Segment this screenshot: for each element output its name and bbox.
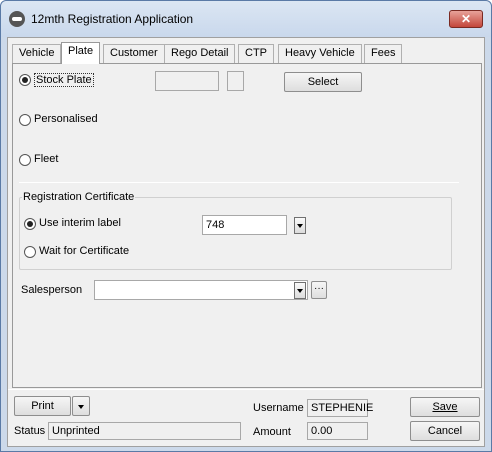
save-button-label: Save <box>432 401 458 413</box>
username-field: STEPHENIE <box>307 399 373 417</box>
fleet-radio[interactable] <box>19 154 31 166</box>
tab-ctp[interactable]: CTP <box>238 44 274 63</box>
plate-divider <box>19 182 459 183</box>
registration-window: 12mth Registration Application ✕ Vehicle… <box>0 0 492 452</box>
tab-heavy-vehicle[interactable]: Heavy Vehicle <box>278 44 362 63</box>
stock-plate-label[interactable]: Stock Plate <box>34 73 94 87</box>
app-icon <box>9 11 25 27</box>
print-dropdown-button[interactable] <box>72 396 90 416</box>
tab-plate[interactable]: Plate <box>61 42 101 64</box>
chevron-down-icon <box>78 405 84 409</box>
status-label: Status <box>14 425 46 437</box>
window-title: 12mth Registration Application <box>31 12 194 26</box>
plate-panel: Stock Plate Select Personalised Fleet Re… <box>12 63 482 388</box>
username-label: Username <box>253 402 304 414</box>
plate-number-field[interactable] <box>155 71 219 91</box>
tab-rego-detail[interactable]: Rego Detail <box>164 44 236 63</box>
client-area: Vehicle Plate Customer Rego Detail CTP H… <box>7 37 485 447</box>
close-button[interactable]: ✕ <box>449 10 483 28</box>
print-button[interactable]: Print <box>14 396 71 416</box>
wait-certificate-radio[interactable] <box>24 246 36 258</box>
title-bar[interactable]: 12mth Registration Application ✕ <box>1 1 491 37</box>
use-interim-label[interactable]: Use interim label <box>39 217 121 229</box>
fleet-label[interactable]: Fleet <box>34 153 58 165</box>
wait-certificate-label[interactable]: Wait for Certificate <box>39 245 129 257</box>
tab-customer[interactable]: Customer <box>103 44 165 63</box>
tab-vehicle[interactable]: Vehicle <box>12 44 62 63</box>
amount-label: Amount <box>253 426 291 438</box>
save-button[interactable]: Save <box>410 397 480 417</box>
salesperson-browse-button[interactable]: ··· <box>311 281 327 299</box>
plate-suffix-field[interactable] <box>227 71 244 91</box>
tab-fees[interactable]: Fees <box>364 44 403 63</box>
registration-certificate-heading: Registration Certificate <box>22 191 136 203</box>
salesperson-select[interactable] <box>94 280 308 300</box>
use-interim-radio[interactable] <box>24 218 36 230</box>
personalised-label[interactable]: Personalised <box>34 113 98 125</box>
amount-field: 0.00 <box>307 422 368 440</box>
footer-divider <box>8 389 484 390</box>
interim-label-field[interactable]: 748 <box>202 215 287 235</box>
cancel-button[interactable]: Cancel <box>410 421 480 441</box>
personalised-radio[interactable] <box>19 114 31 126</box>
select-button[interactable]: Select <box>284 72 362 92</box>
salesperson-dropdown-button[interactable] <box>294 282 306 299</box>
salesperson-label: Salesperson <box>21 284 83 296</box>
status-field: Unprinted <box>48 422 241 440</box>
stock-plate-radio[interactable] <box>19 74 31 86</box>
interim-dropdown-button[interactable] <box>294 217 306 234</box>
